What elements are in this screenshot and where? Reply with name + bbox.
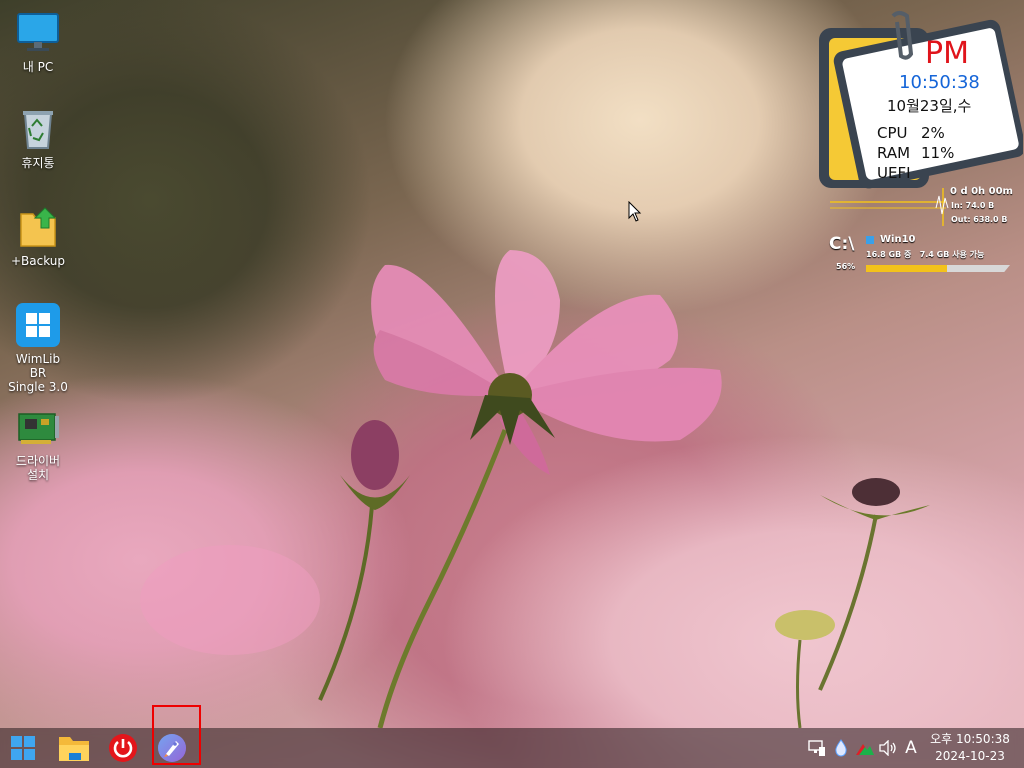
monitor-icon	[17, 13, 59, 51]
network-meter-gadget[interactable]: 0 d 0h 00m In: 74.0 B Out: 638.0 B	[828, 184, 1018, 228]
desktop-icon-recycle-bin[interactable]: 휴지통	[6, 106, 70, 170]
desktop-icon-label: WimLib BR Single 3.0	[8, 352, 68, 394]
drive-name: Win10	[880, 234, 916, 245]
net-out-text: Out: 638.0 B	[951, 215, 1008, 224]
speaker-icon	[879, 740, 896, 756]
desktop-icon-backup[interactable]: +Backup	[6, 204, 70, 268]
start-button[interactable]	[6, 731, 40, 765]
network-card-icon	[18, 413, 59, 444]
gadget-date: 10월23일,수	[887, 97, 972, 115]
clock-gadget[interactable]: PM 10:50:38 10월23일,수 CPU 2% RAM 11% UEFI	[815, 10, 1023, 195]
cpu-label: CPU	[877, 124, 908, 142]
drive-usage-track	[866, 265, 1010, 272]
tray-network[interactable]	[806, 736, 828, 760]
drive-usage-gadget[interactable]: C:\ 56% Win10 16.8 GB 중 7.4 GB 사용 가능	[828, 232, 1013, 276]
gadget-time: 10:50:38	[899, 72, 980, 93]
windows-app-icon	[16, 303, 60, 347]
drive-percent: 56%	[836, 262, 856, 271]
desktop-icon-label: 내 PC	[22, 60, 54, 74]
firmware-label: UEFI	[877, 164, 911, 182]
uptime-text: 0 d 0h 00m	[950, 186, 1013, 197]
network-icon	[808, 740, 825, 756]
ampm-indicator: PM	[925, 36, 969, 71]
network-graph	[830, 188, 949, 226]
tray-drop[interactable]	[830, 736, 852, 760]
drive-letter: C:\	[829, 234, 855, 254]
power-button[interactable]	[106, 731, 140, 765]
mouse-cursor-icon	[628, 201, 642, 222]
desktop-icon-driver-install[interactable]: 드라이버 설치	[6, 404, 70, 482]
power-icon	[109, 734, 137, 762]
file-explorer-button[interactable]	[57, 731, 91, 765]
water-drop-icon	[835, 739, 847, 757]
drive-color-swatch	[866, 236, 874, 244]
ram-label: RAM	[877, 144, 911, 162]
taskbar-clock[interactable]: 오후 10:50:38 2024-10-23	[920, 731, 1020, 765]
ime-indicator[interactable]: A	[900, 736, 922, 760]
desktop-icon-wimlib[interactable]: WimLib BR Single 3.0	[6, 302, 70, 394]
ram-value: 11%	[921, 144, 955, 162]
drive-usage-fill	[866, 265, 947, 272]
desktop-icon-my-pc[interactable]: 내 PC	[6, 10, 70, 74]
file-explorer-icon	[59, 737, 89, 761]
recycle-bin-icon	[23, 111, 53, 149]
cpu-value: 2%	[921, 124, 945, 142]
net-in-text: In: 74.0 B	[951, 201, 995, 210]
tray-app[interactable]	[854, 736, 876, 760]
folder-upload-icon	[20, 207, 57, 247]
taskbar-date: 2024-10-23	[935, 749, 1005, 763]
windows-start-icon	[11, 736, 35, 760]
drive-usage-text: 16.8 GB 중 7.4 GB 사용 가능	[866, 250, 985, 259]
tray-volume[interactable]	[877, 736, 899, 760]
desktop-icon-label: 휴지통	[21, 156, 55, 170]
annotation-highlight-box	[152, 705, 201, 765]
mountain-app-icon	[856, 744, 874, 755]
desktop-icon-label: +Backup	[10, 254, 66, 268]
taskbar-time: 오후 10:50:38	[930, 732, 1010, 746]
desktop-icon-label: 드라이버 설치	[15, 454, 61, 482]
